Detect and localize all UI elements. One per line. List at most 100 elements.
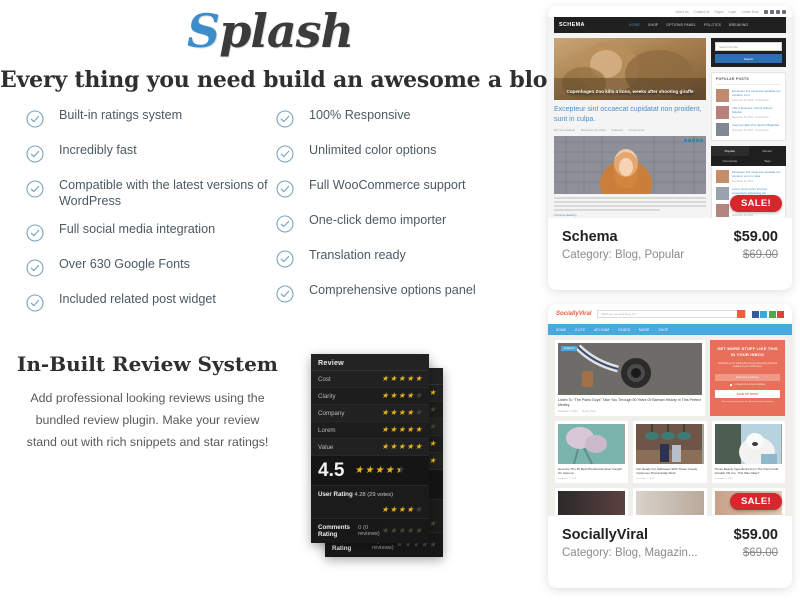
check-circle-icon: [26, 224, 44, 242]
feature-list: Built-in ratings system Incredibly fast …: [26, 108, 526, 327]
criteria-label: Cost: [318, 375, 331, 383]
twitter-icon[interactable]: [760, 310, 767, 318]
feature-label: Full social media integration: [59, 222, 216, 236]
post-meta: December 18, 2014 - 0 Comments: [732, 115, 769, 119]
search-icon[interactable]: [736, 310, 745, 318]
feature-label: Unlimited color options: [309, 143, 437, 157]
tab-popular[interactable]: Popular: [711, 146, 749, 156]
popular-post-item[interactable]: Iraqi journalist shot dead in Baghdad Dec…: [716, 123, 781, 136]
post-meta: December 12, 2014 - 0 Comments: [732, 98, 769, 102]
feature-label: Comprehensive options panel: [309, 283, 476, 297]
post-image-costumes: [636, 424, 704, 464]
schema-topbar: About Us Contact Us Pages Login Create B…: [548, 6, 792, 17]
tab-comments[interactable]: Comments: [711, 156, 749, 166]
post-title: Iraqi journalist shot dead in Baghdad: [732, 123, 779, 127]
post-card[interactable]: Here Are The 25 Best Photobombs Ever Cau…: [555, 421, 629, 483]
menu-item-home[interactable]: HOME: [629, 23, 640, 27]
facebook-icon[interactable]: [764, 9, 768, 14]
sociallyviral-mockup: SociallyViral What are you searching for…: [548, 304, 792, 516]
post-card-title[interactable]: Get Ready For Halloween With These Coupl…: [636, 467, 703, 476]
feature-item: Included related post widget: [26, 292, 276, 314]
sale-badge: SALE!: [730, 493, 782, 510]
feature-item: Compatible with the latest versions of W…: [26, 178, 276, 209]
menu-item-breaking[interactable]: BREAKING: [729, 23, 748, 27]
post-card-title[interactable]: Here Are The 25 Best Photobombs Ever Cau…: [558, 467, 625, 476]
post-image-person: [636, 490, 704, 515]
post-card[interactable]: Get Ready For Halloween With These Coupl…: [633, 421, 707, 483]
widget-title: POPULAR POSTS: [716, 77, 781, 85]
sv-post-grid: Here Are The 25 Best Photobombs Ever Cau…: [555, 421, 785, 483]
menu-item-options-panel[interactable]: OPTIONS PANEL: [666, 23, 696, 27]
post-card[interactable]: These Beauty Ingredients From The Past C…: [711, 421, 785, 483]
menu-item-shop[interactable]: SHOP: [658, 328, 668, 332]
menu-item-pages[interactable]: PAGES: [618, 328, 630, 332]
topbar-link[interactable]: Pages: [714, 10, 723, 14]
continue-reading-link[interactable]: Continue Reading: [554, 213, 706, 217]
feature-label: Incredibly fast: [59, 143, 137, 157]
tab-tags[interactable]: Tags: [749, 156, 787, 166]
featured-title[interactable]: Listen To "The Piano Guys" Take You Thro…: [558, 398, 702, 408]
schema-logo[interactable]: SCHEMA: [559, 22, 629, 28]
topbar-link[interactable]: Contact Us: [694, 10, 710, 14]
search-widget: Search the site Search: [711, 38, 786, 67]
youtube-icon[interactable]: [777, 310, 784, 318]
feature-item: Full WooCommerce support: [276, 178, 526, 200]
topbar-link[interactable]: Create Book: [741, 10, 759, 14]
feature-label: Included related post widget: [59, 292, 216, 306]
post-card[interactable]: [555, 487, 629, 516]
meta-category: Featured: [611, 128, 623, 132]
meta-date: December 7, 2014: [558, 410, 578, 413]
search-input[interactable]: Search the site: [715, 42, 782, 51]
post-card-title[interactable]: These Beauty Ingredients From The Past C…: [715, 467, 782, 476]
criteria-stars: ★★★★★: [381, 408, 422, 417]
product-card-sociallyviral[interactable]: SociallyViral What are you searching for…: [548, 304, 792, 588]
menu-item-aflixam[interactable]: AFLIXAM: [594, 328, 609, 332]
sv-featured-row: Featured Listen To "The Piano Guys" Take…: [555, 340, 785, 416]
menu-item-elite[interactable]: ELITE: [575, 328, 585, 332]
schema-mockup: About Us Contact Us Pages Login Create B…: [548, 6, 792, 218]
checkbox-icon[interactable]: [729, 383, 733, 387]
popular-post-item[interactable]: This is Example of Post without Sidebar D…: [716, 106, 781, 119]
topbar-link[interactable]: Login: [728, 10, 736, 14]
sv-search-input[interactable]: What are you searching for?: [597, 310, 746, 318]
sv-featured-post[interactable]: Featured Listen To "The Piano Guys" Take…: [555, 340, 705, 416]
product-card-schema[interactable]: About Us Contact Us Pages Login Create B…: [548, 6, 792, 290]
menu-item-more[interactable]: MORE: [639, 328, 649, 332]
topbar-link[interactable]: About Us: [676, 10, 689, 14]
newsletter-signup-button[interactable]: SIGN UP NOW!: [715, 390, 780, 399]
meta-comments: 0 Comments: [628, 128, 645, 132]
feature-item: Full social media integration: [26, 222, 276, 244]
newsletter-consent-checkbox[interactable]: I consent to receive newsletter: [715, 383, 780, 387]
post-card[interactable]: [633, 487, 707, 516]
menu-item-politics[interactable]: POLITICS: [704, 23, 721, 27]
hero-image-lion[interactable]: Copenhagen Zoo kills 4 lions, weeks afte…: [554, 38, 706, 100]
google-plus-icon[interactable]: [768, 310, 776, 318]
post-image-woman[interactable]: [554, 136, 706, 194]
post-image-flowers: [558, 424, 626, 464]
google-plus-icon[interactable]: [776, 9, 780, 14]
tab-recent[interactable]: Recent: [749, 146, 787, 156]
check-circle-icon: [276, 215, 294, 233]
twitter-icon[interactable]: [770, 9, 774, 14]
menu-item-home[interactable]: HOME: [556, 328, 566, 332]
feature-item: Over 630 Google Fonts: [26, 257, 276, 279]
comments-rating-stars[interactable]: ★ ★ ★ ★ ★: [381, 527, 422, 535]
widget-tabs-row-2: Comments Tags: [711, 156, 786, 166]
post-title: Excepteur sint occaecat cupidatat non pr…: [732, 170, 781, 178]
facebook-icon[interactable]: [751, 310, 759, 318]
featured-meta: December 7, 2014 Becky Oliver: [558, 410, 702, 413]
sv-logo[interactable]: SociallyViral: [556, 311, 591, 317]
search-button[interactable]: Search: [715, 54, 782, 63]
post-meta: December 12, 2014: [732, 179, 753, 183]
meta-author: By Themesqloup: [554, 128, 575, 132]
popular-post-item[interactable]: Excepteur sint occaecat cupidatat non pr…: [716, 89, 781, 102]
rss-icon[interactable]: [782, 9, 786, 14]
post-title[interactable]: Excepteur sint occaecat cupidatat non pr…: [554, 105, 706, 125]
menu-item-shop[interactable]: SHOP: [648, 23, 658, 27]
logo-text: plash: [219, 4, 354, 58]
newsletter-email-input[interactable]: Enter your email here: [715, 373, 780, 381]
tab-post-item[interactable]: Excepteur sint occaecat cupidatat non pr…: [716, 170, 781, 183]
splash-logo: Splash: [0, 4, 540, 58]
user-rating-star-input[interactable]: ★★★★★: [381, 506, 422, 514]
social-icons: [764, 9, 786, 14]
